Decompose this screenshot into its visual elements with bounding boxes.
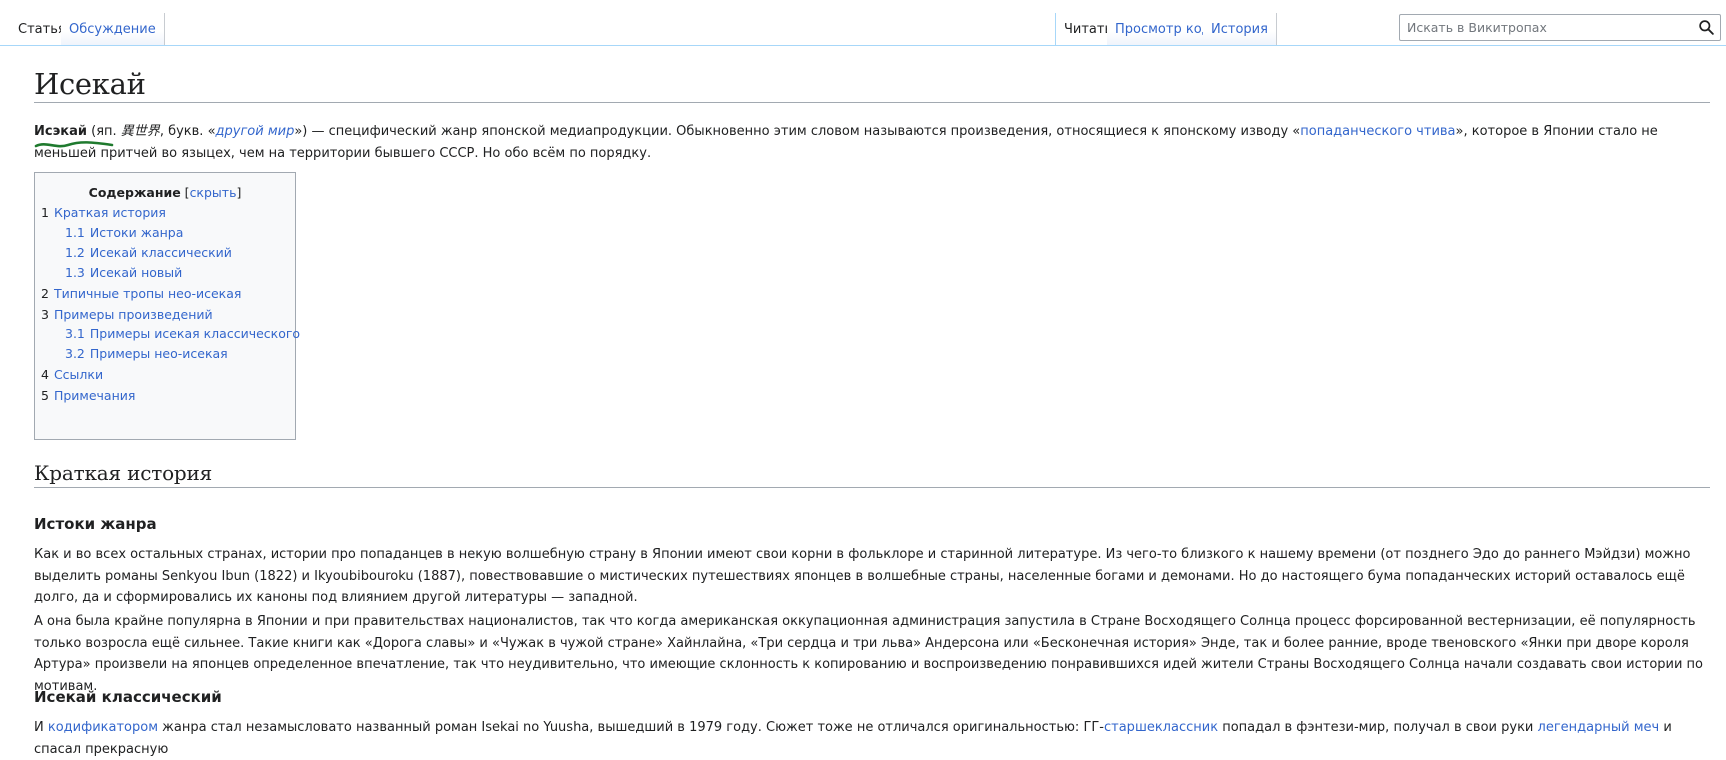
toc-item[interactable]: 1.3 Исекай новый — [65, 265, 182, 281]
search-box — [1399, 14, 1721, 41]
toc-item[interactable]: 1.2 Исекай классический — [65, 245, 232, 261]
toc-item-number: 3.1 — [65, 326, 85, 341]
para-text: жанра стал незамысловато названный роман… — [158, 720, 1104, 735]
toc-item-number: 1.3 — [65, 265, 85, 280]
intro-text-1: (яп. — [87, 124, 121, 139]
toc-item[interactable]: 4 Ссылки — [41, 367, 103, 383]
subsection-heading: Исекай классический — [34, 688, 222, 706]
section-heading: Краткая история — [34, 461, 213, 485]
para-text: попадал в фэнтези-мир, получал в свои ру… — [1218, 720, 1538, 735]
page-title: Исекай — [34, 67, 146, 101]
toc-item-number: 4 — [41, 367, 49, 382]
table-of-contents: Содержание [скрыть] 1 Краткая история 1.1… — [34, 172, 300, 440]
toc-item[interactable]: 1.1 Истоки жанра — [65, 225, 183, 241]
toc-item-link[interactable]: Ссылки — [54, 367, 103, 382]
top-navigation: Статья Обсуждение Читать Просмотр кода И… — [0, 0, 1726, 46]
toc-hide-link[interactable]: скрыть — [190, 185, 237, 200]
codifier-link[interactable]: кодификатором — [48, 720, 158, 735]
toc-bracket-close: ] — [236, 185, 242, 200]
toc-item-link[interactable]: Примеры исекая классического — [90, 326, 300, 341]
tabs-baseline — [0, 45, 1726, 46]
legendary-sword-link[interactable]: легендарный меч — [1538, 720, 1660, 735]
title-divider — [34, 102, 1710, 103]
toc-header: Содержание [скрыть] — [35, 185, 295, 200]
section-divider — [34, 487, 1710, 488]
highschooler-link[interactable]: старшеклассник — [1104, 720, 1218, 735]
toc-item[interactable]: 3.2 Примеры нео-исекая — [65, 346, 228, 362]
toc-bracket-open: [ — [180, 185, 190, 200]
green-underline-mark — [34, 141, 114, 148]
paragraph: И кодификатором жанра стал незамысловато… — [34, 717, 1714, 760]
intro-literal-link[interactable]: другой мир — [216, 124, 295, 139]
toc-item-number: 3.2 — [65, 346, 85, 361]
toc-item-link[interactable]: Примеры нео-исекая — [90, 346, 228, 361]
tab-history[interactable]: История — [1203, 13, 1277, 46]
toc-item-link[interactable]: Примечания — [54, 388, 135, 403]
toc-item[interactable]: 5 Примечания — [41, 388, 135, 404]
toc-item-number: 5 — [41, 388, 49, 403]
toc-item-number: 3 — [41, 307, 49, 322]
intro-text-2: , букв. « — [159, 124, 216, 139]
toc-item-link[interactable]: Типичные тропы нео-исекая — [54, 286, 241, 301]
paragraph: А она была крайне популярна в Японии и п… — [34, 614, 1704, 694]
search-icon[interactable] — [1698, 19, 1715, 36]
toc-item-link[interactable]: Примеры произведений — [54, 307, 213, 322]
toc-item-number: 1 — [41, 205, 49, 220]
search-input[interactable] — [1400, 15, 1687, 40]
subsection-heading: Истоки жанра — [34, 515, 157, 533]
toc-item-link[interactable]: Истоки жанра — [90, 225, 184, 240]
intro-kanji: 異世界 — [120, 124, 160, 139]
tab-discussion[interactable]: Обсуждение — [61, 13, 165, 46]
toc-item-number: 2 — [41, 286, 49, 301]
toc-item-number: 1.1 — [65, 225, 85, 240]
toc-item-number: 1.2 — [65, 245, 85, 260]
toc-item-link[interactable]: Исекай новый — [90, 265, 182, 280]
toc-item[interactable]: 2 Типичные тропы нео-исекая — [41, 286, 241, 302]
intro-text-3: ») — специфический жанр японской медиапр… — [294, 124, 1301, 139]
toc-item[interactable]: 3.1 Примеры исекая классического — [65, 326, 300, 342]
para-text: И — [34, 720, 48, 735]
toc-item[interactable]: 1 Краткая история — [41, 205, 166, 221]
toc-title: Содержание — [88, 185, 181, 200]
toc-item[interactable]: 3 Примеры произведений — [41, 307, 213, 323]
toc-item-link[interactable]: Исекай классический — [90, 245, 232, 260]
intro-genre-link[interactable]: попаданческого чтива — [1300, 124, 1455, 139]
toc-item-link[interactable]: Краткая история — [54, 205, 166, 220]
paragraph: Как и во всех остальных странах, истории… — [34, 547, 1691, 605]
intro-paragraph: Исэкай (яп. 異世界, букв. «другой мир») — с… — [34, 121, 1714, 164]
intro-term: Исэкай — [34, 124, 87, 139]
